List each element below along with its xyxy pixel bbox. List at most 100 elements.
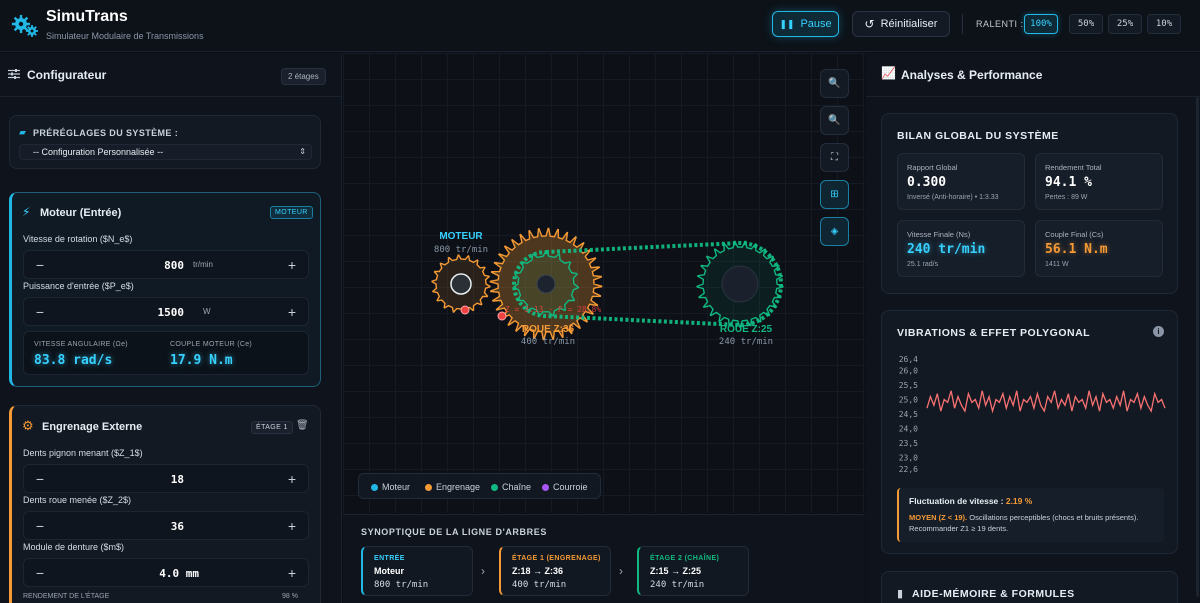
pause-icon: ❚❚ bbox=[779, 18, 795, 29]
preset-select[interactable]: -- Configuration Personnalisée -- ⇕ bbox=[19, 144, 312, 160]
scrollbar[interactable] bbox=[1196, 97, 1199, 597]
speed-fluctuation-line bbox=[926, 390, 1166, 414]
pause-label: Pause bbox=[800, 18, 832, 30]
shaft-2 bbox=[536, 274, 556, 294]
increment-button[interactable]: + bbox=[285, 565, 299, 581]
header-divider bbox=[962, 14, 963, 34]
folder-icon: ▰ bbox=[19, 127, 26, 137]
configurator-title: Configurateur bbox=[27, 68, 107, 82]
motor-torque-label: COUPLE MOTEUR (Ce) bbox=[170, 341, 253, 348]
motor-speed-label: Vitesse de rotation ($N_e$) bbox=[23, 234, 133, 244]
decrement-button[interactable]: − bbox=[33, 257, 47, 273]
y-tick-label: 23,0 bbox=[899, 453, 918, 462]
synoptic-card-value: 400 tr/min bbox=[512, 580, 567, 590]
book-icon: ▮ bbox=[897, 588, 904, 600]
motor-gear-label: MOTEUR bbox=[439, 231, 483, 242]
speed-100-button[interactable]: 100% bbox=[1024, 14, 1058, 34]
speed-50-button[interactable]: 50% bbox=[1069, 14, 1103, 34]
angular-speed-label: VITESSE ANGULAIRE (Ωe) bbox=[34, 341, 128, 348]
motor-speed-unit: tr/min bbox=[193, 260, 213, 269]
synoptic-card-stage2[interactable]: ÉTAGE 2 (CHAÎNE) Z:15 → Z:25 240 tr/min bbox=[637, 546, 749, 596]
info-icon[interactable]: i bbox=[1153, 326, 1164, 337]
increment-button[interactable]: + bbox=[285, 257, 299, 273]
motor-power-input[interactable]: 1500 bbox=[124, 306, 185, 319]
decrement-button[interactable]: − bbox=[33, 565, 47, 581]
app-header: SimuTrans Simulateur Modulaire de Transm… bbox=[0, 0, 1200, 52]
analysis-title: Analyses & Performance bbox=[901, 68, 1043, 82]
z2-stepper: − 36 + bbox=[23, 511, 309, 540]
vibration-level: MOYEN (Z < 19). bbox=[909, 513, 968, 522]
configurator-panel: Configurateur 2 étages ▰ PRÉRÉGLAGES DU … bbox=[0, 53, 342, 603]
trash-icon[interactable]: 🗑 bbox=[296, 420, 309, 431]
vibration-card: VIBRATIONS & EFFET POLYGONAL i 26,4 26,0 2… bbox=[881, 310, 1178, 554]
kpi-total-efficiency: Rendement Total 94.1 % Pertes : 89 W bbox=[1035, 153, 1163, 210]
speed-10-button[interactable]: 10% bbox=[1147, 14, 1181, 34]
gear-stage-card: ⚙ Engrenage Externe ÉTAGE 1 🗑 Dents pign… bbox=[9, 405, 321, 603]
increment-button[interactable]: + bbox=[285, 304, 299, 320]
fit-view-button[interactable]: ⛶ bbox=[820, 143, 849, 172]
memo-card[interactable]: ▮ AIDE-MÉMOIRE & FORMULES bbox=[881, 571, 1178, 603]
legend-item-chaine: Chaîne bbox=[491, 482, 531, 492]
fluctuation-value: 2.19 % bbox=[1005, 496, 1033, 506]
motor-shaft bbox=[450, 273, 472, 295]
chevron-right-icon: › bbox=[619, 564, 623, 578]
configurator-header: Configurateur 2 étages bbox=[0, 53, 341, 97]
gears-logo-icon bbox=[12, 15, 38, 37]
wheel1-speed: 400 tr/min bbox=[521, 337, 575, 347]
increment-button[interactable]: + bbox=[285, 518, 299, 534]
synoptic-title: SYNOPTIQUE DE LA LIGNE D'ARBRES bbox=[361, 527, 547, 537]
presets-label: PRÉRÉGLAGES DU SYSTÈME : bbox=[33, 128, 179, 138]
grid-toggle-button[interactable]: ⊞ bbox=[820, 180, 849, 209]
canvas-legend: Moteur Engrenage Chaîne Courroie bbox=[358, 473, 601, 499]
motor-speed-input[interactable]: 800 bbox=[124, 259, 184, 272]
memo-title: AIDE-MÉMOIRE & FORMULES bbox=[912, 588, 1075, 600]
z1-input[interactable]: 18 bbox=[124, 473, 184, 486]
reset-button[interactable]: ↺ Réinitialiser bbox=[852, 11, 950, 37]
synoptic-kicker: ÉTAGE 1 (ENGRENAGE) bbox=[512, 555, 601, 562]
transmission-drawing: MOTEUR 800 tr/min ROUE Z:36 400 tr/min R… bbox=[431, 227, 784, 347]
contact-point bbox=[460, 305, 470, 315]
synoptic-card-title: Moteur bbox=[374, 566, 404, 576]
pause-button[interactable]: ❚❚ Pause bbox=[772, 11, 839, 37]
motor-torque-value: 17.9 N.m bbox=[170, 353, 233, 368]
synoptic-card-value: 800 tr/min bbox=[374, 580, 429, 590]
mesh-overlay-text: Z = 3.13 · F = 28.8% bbox=[505, 305, 602, 314]
y-tick-label: 26,4 bbox=[899, 355, 918, 364]
z2-input[interactable]: 36 bbox=[124, 520, 184, 533]
synoptic-kicker: ENTRÉE bbox=[374, 555, 405, 562]
slowmo-label: RALENTI : bbox=[976, 19, 1024, 29]
increment-button[interactable]: + bbox=[285, 471, 299, 487]
synoptic-card-title: Z:18 → Z:36 bbox=[512, 566, 564, 576]
module-input[interactable]: 4.0 mm bbox=[124, 567, 199, 580]
angular-speed-value: 83.8 rad/s bbox=[34, 353, 113, 368]
vibration-title: VIBRATIONS & EFFET POLYGONAL bbox=[897, 327, 1091, 339]
zoom-out-button[interactable]: 🔍 bbox=[820, 106, 849, 135]
decrement-button[interactable]: − bbox=[33, 304, 47, 320]
expand-icon: ⛶ bbox=[831, 152, 838, 163]
fluctuation-label: Fluctuation de vitesse : bbox=[909, 496, 1004, 506]
synoptic-card-value: 240 tr/min bbox=[650, 580, 705, 590]
motor-card: ⚡ Moteur (Entrée) MOTEUR Vitesse de rota… bbox=[9, 192, 321, 387]
stage-tag: ÉTAGE 1 bbox=[251, 421, 293, 434]
synoptic-card-input[interactable]: ENTRÉE Moteur 800 tr/min bbox=[361, 546, 473, 596]
wheel2-label: ROUE Z:25 bbox=[720, 324, 773, 335]
vibration-chart: 26,4 26,0 25,5 25,0 24,5 24,0 23,5 23,0 22,6 bbox=[899, 355, 1166, 474]
y-tick-label: 26,0 bbox=[899, 367, 918, 376]
motor-power-label: Puissance d'entrée ($P_e$) bbox=[23, 281, 134, 291]
speed-25-button[interactable]: 25% bbox=[1108, 14, 1142, 34]
motor-power-unit: W bbox=[203, 307, 211, 316]
legend-item-engrenage: Engrenage bbox=[425, 482, 480, 492]
wheel2-speed: 240 tr/min bbox=[719, 337, 773, 347]
synoptic-card-stage1[interactable]: ÉTAGE 1 (ENGRENAGE) Z:18 → Z:36 400 tr/m… bbox=[499, 546, 611, 596]
chart-line-icon: 📈 bbox=[881, 66, 896, 80]
decrement-button[interactable]: − bbox=[33, 518, 47, 534]
labels-toggle-button[interactable]: ◈ bbox=[820, 217, 849, 246]
zoom-out-icon: 🔍 bbox=[828, 115, 841, 126]
decrement-button[interactable]: − bbox=[33, 471, 47, 487]
zoom-in-button[interactable]: 🔍 bbox=[820, 69, 849, 98]
simulation-canvas[interactable]: MOTEUR 800 tr/min ROUE Z:36 400 tr/min R… bbox=[343, 53, 865, 513]
kpi-global-ratio: Rapport Global 0.300 Inversé (Anti-horai… bbox=[897, 153, 1025, 210]
reset-icon: ↺ bbox=[864, 17, 875, 31]
module-label: Module de denture ($m$) bbox=[23, 542, 125, 552]
shaft-3 bbox=[721, 265, 759, 303]
